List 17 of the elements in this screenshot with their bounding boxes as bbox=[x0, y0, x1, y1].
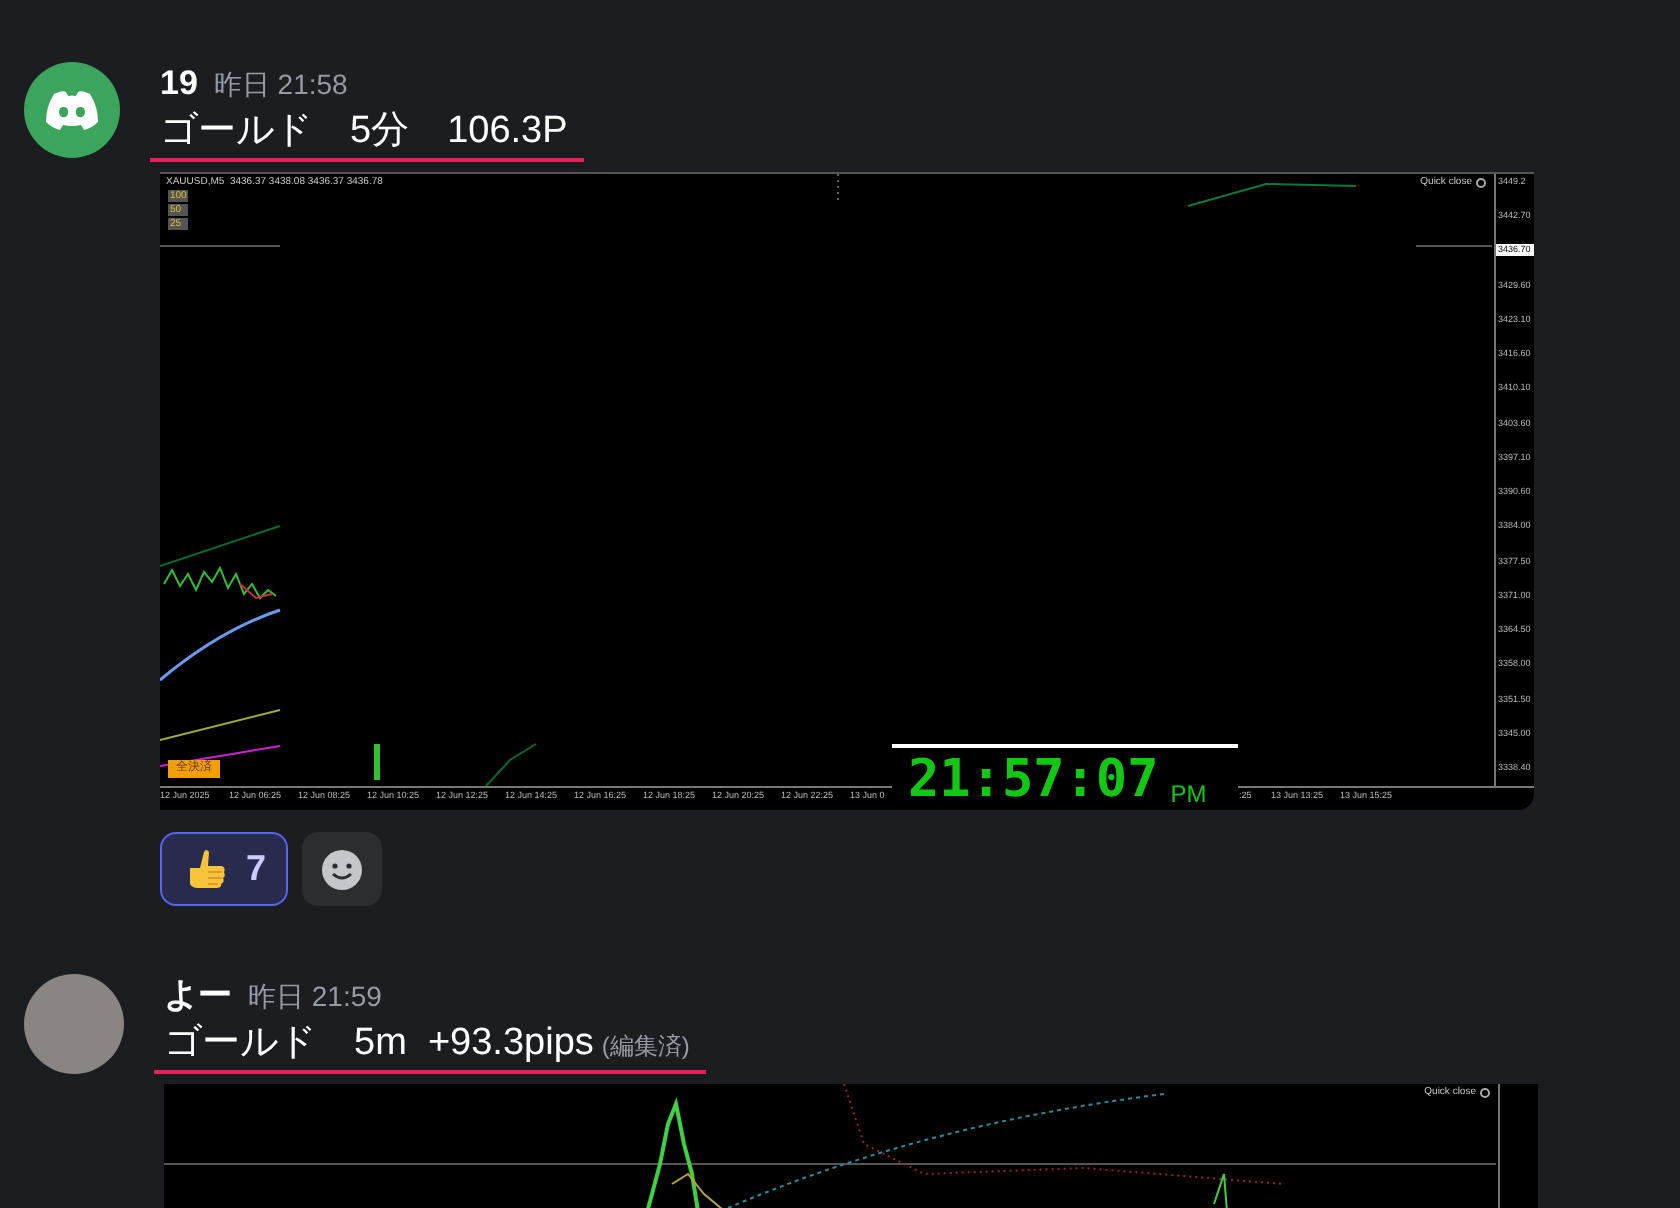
add-reaction-button[interactable] bbox=[302, 832, 382, 906]
clock-time: 21:57:07 bbox=[908, 752, 1159, 808]
message-text: ゴールド 5分 106.3P bbox=[160, 108, 568, 156]
avatar-logo[interactable] bbox=[24, 62, 120, 158]
timestamp: 昨日 21:59 bbox=[248, 978, 382, 1016]
timestamp: 昨日 21:58 bbox=[213, 66, 348, 104]
avatar-photo-placeholder[interactable] bbox=[24, 974, 124, 1074]
gamepad-face-icon bbox=[44, 88, 100, 132]
info-icon[interactable] bbox=[1480, 1088, 1490, 1099]
username[interactable]: 19 bbox=[160, 62, 198, 106]
edited-label: (編集済) bbox=[601, 1030, 690, 1064]
username[interactable]: よー bbox=[164, 974, 232, 1018]
info-icon[interactable] bbox=[1476, 178, 1486, 189]
reaction-button[interactable]: 7 bbox=[160, 832, 288, 906]
message-text: ゴールド 5m +93.3pips bbox=[164, 1020, 594, 1068]
smiley-icon bbox=[320, 847, 364, 891]
clock-period: PM bbox=[1170, 780, 1207, 808]
